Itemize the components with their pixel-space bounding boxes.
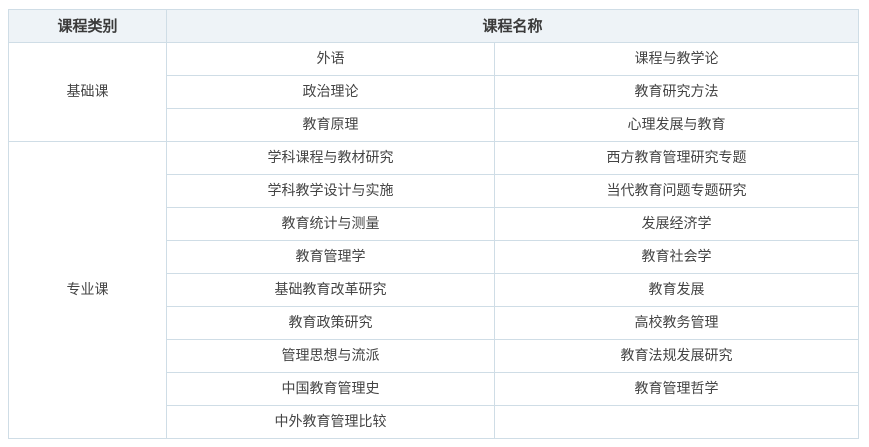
course-cell: 中外教育管理比较 [166, 405, 495, 439]
category-cell-basic: 基础课 [8, 42, 167, 142]
course-cell: 学科课程与教材研究 [166, 141, 495, 175]
course-cell: 教育管理哲学 [493, 372, 860, 406]
header-row: 课程类别 课程名称 [8, 9, 860, 43]
course-cell-empty [493, 405, 860, 439]
course-cell: 政治理论 [166, 75, 495, 109]
course-cell: 西方教育管理研究专题 [493, 141, 860, 175]
course-cell: 外语 [166, 42, 495, 76]
course-cell: 教育社会学 [493, 240, 860, 274]
course-cell: 中国教育管理史 [166, 372, 495, 406]
course-cell: 教育统计与测量 [166, 207, 495, 241]
course-cell: 教育发展 [493, 273, 860, 307]
course-cell: 教育原理 [166, 108, 495, 142]
category-cell-professional: 专业课 [8, 141, 167, 439]
table-body: 基础课 外语 课程与教学论 政治理论 教育研究方法 教育原理 心理发展与教育 专… [8, 42, 860, 439]
curriculum-table: 课程类别 课程名称 基础课 外语 课程与教学论 政治理论 教育研究方法 教育原理… [8, 9, 860, 439]
course-cell: 发展经济学 [493, 207, 860, 241]
header-course-category: 课程类别 [8, 9, 167, 43]
course-cell: 高校教务管理 [493, 306, 860, 340]
course-cell: 基础教育改革研究 [166, 273, 495, 307]
course-cell: 心理发展与教育 [493, 108, 860, 142]
course-cell: 教育政策研究 [166, 306, 495, 340]
course-cell: 学科教学设计与实施 [166, 174, 495, 208]
table-row: 基础课 外语 课程与教学论 [8, 42, 860, 142]
course-cell: 教育研究方法 [493, 75, 860, 109]
course-cell: 教育法规发展研究 [493, 339, 860, 373]
page: 课程类别 课程名称 基础课 外语 课程与教学论 政治理论 教育研究方法 教育原理… [0, 0, 869, 447]
header-course-name: 课程名称 [165, 9, 860, 43]
course-cell: 管理思想与流派 [166, 339, 495, 373]
course-cell: 课程与教学论 [493, 42, 860, 76]
table-row: 专业课 学科课程与教材研究 西方教育管理研究专题 [8, 141, 860, 439]
table-header: 课程类别 课程名称 [8, 9, 860, 43]
course-cell: 教育管理学 [166, 240, 495, 274]
course-cell: 当代教育问题专题研究 [493, 174, 860, 208]
